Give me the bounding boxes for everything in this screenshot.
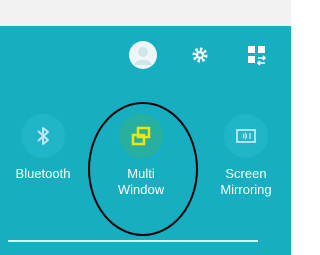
quick-setting-screen-mirroring[interactable]: Screen Mirroring <box>203 114 289 224</box>
top-bar <box>0 0 291 26</box>
screen-mirroring-icon <box>236 129 256 143</box>
panel-divider <box>8 240 258 242</box>
bluetooth-label: Bluetooth <box>15 166 71 181</box>
bluetooth-icon <box>37 127 49 145</box>
highlight-circle <box>88 102 198 236</box>
screen-mirroring-label: Screen Mirroring <box>220 166 272 197</box>
grid-toggle-icon[interactable] <box>246 44 268 66</box>
user-avatar-icon[interactable] <box>128 40 158 70</box>
quick-setting-bluetooth[interactable]: Bluetooth <box>0 114 86 224</box>
bluetooth-tile-circle <box>21 114 65 158</box>
screen-mirroring-tile-circle <box>224 114 268 158</box>
gear-icon[interactable] <box>189 44 211 66</box>
